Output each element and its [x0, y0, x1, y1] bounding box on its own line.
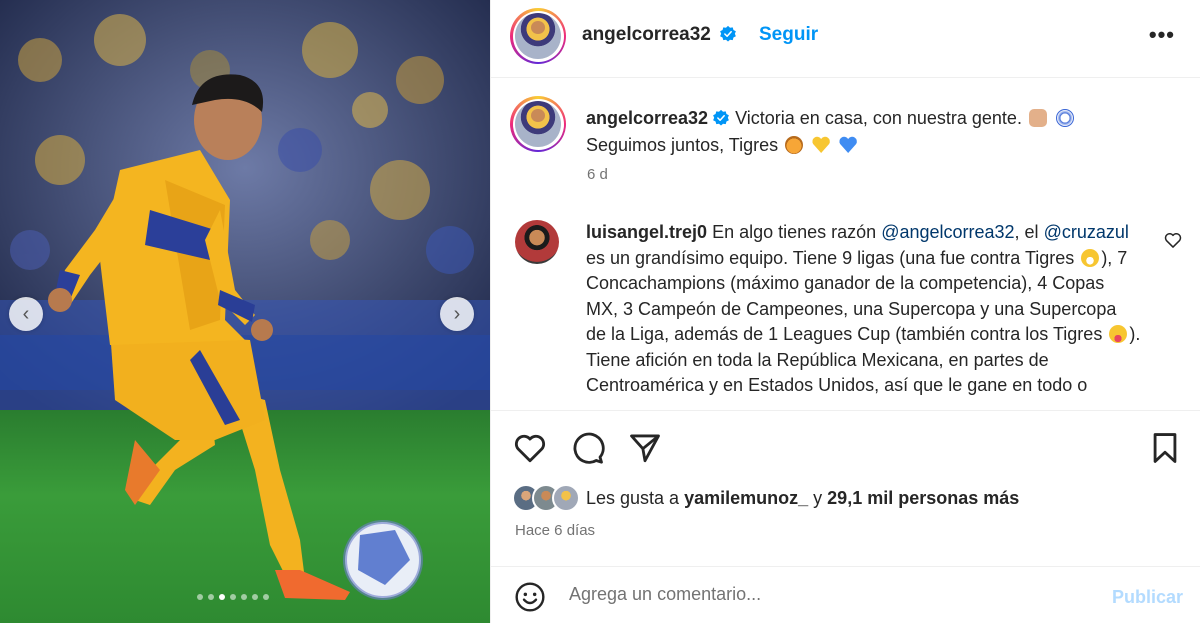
comment-text: , el	[1014, 222, 1039, 242]
commenter-avatar[interactable]	[515, 220, 559, 264]
comment-text: ).	[1129, 324, 1141, 344]
carousel-dot	[241, 594, 247, 600]
blue-heart-emoji-icon	[839, 136, 857, 154]
tiger-emoji-icon	[785, 136, 804, 154]
publish-button[interactable]: Publicar	[1112, 587, 1183, 608]
carousel-dot	[252, 594, 258, 600]
likes-summary[interactable]: Les gusta a yamilemunoz_ y 29,1 mil pers…	[512, 484, 1019, 512]
post-timestamp[interactable]: Hace 6 días	[515, 522, 595, 539]
post-header: angelcorrea32 Seguir •••	[491, 0, 1200, 78]
follow-button[interactable]: Seguir	[759, 24, 818, 46]
emoji-icon[interactable]	[514, 581, 546, 613]
likes-conjunction: y	[813, 487, 823, 508]
carousel-dot	[230, 594, 236, 600]
carousel-dot	[197, 594, 203, 600]
verified-badge-icon	[720, 25, 737, 42]
previous-slide-button[interactable]: ‹	[9, 297, 43, 331]
like-comment-heart-icon[interactable]	[1163, 230, 1183, 250]
author-avatar[interactable]	[510, 8, 566, 64]
carousel-dot	[263, 594, 269, 600]
caption-author-avatar[interactable]	[510, 96, 566, 152]
more-options-icon[interactable]: •••	[1149, 22, 1175, 48]
comment-icon[interactable]	[571, 431, 605, 465]
carousel-dot	[208, 594, 214, 600]
chevron-right-icon: ›	[453, 303, 461, 325]
bookmark-icon[interactable]	[1148, 431, 1182, 465]
commenter-username-link[interactable]: luisangel.trej0	[586, 222, 707, 242]
likes-prefix: Les gusta a	[586, 487, 680, 508]
caption-timestamp[interactable]: 6 d	[587, 166, 608, 183]
yellow-heart-emoji-icon	[812, 136, 830, 154]
post-details-panel: angelcorrea32 Seguir ••• angelcorrea32 V…	[490, 0, 1200, 623]
author-username-link[interactable]: angelcorrea32	[582, 24, 711, 45]
caption-username-link[interactable]: angelcorrea32	[586, 108, 708, 128]
post-actions-bar	[491, 410, 1200, 485]
liker-avatar	[552, 484, 580, 512]
tongue-wink-emoji-icon	[1109, 325, 1128, 343]
carousel-dot	[219, 594, 225, 600]
post-caption: angelcorrea32 Victoria en casa, con nues…	[586, 105, 1146, 159]
player-illustration	[48, 74, 423, 600]
liker-username-link[interactable]: yamilemunoz_	[684, 488, 808, 508]
add-comment-bar: Publicar	[491, 566, 1200, 623]
comment-item: luisangel.trej0 En algo tienes razón @an…	[586, 220, 1141, 399]
share-icon[interactable]	[628, 431, 662, 465]
caption-text-line2: Seguimos juntos, Tigres	[586, 135, 779, 155]
comment-text: Tiene afición en toda la República Mexic…	[586, 349, 1088, 396]
caption-text-line1: Victoria en casa, con nuestra gente.	[735, 108, 1022, 128]
mention-link[interactable]: @cruzazul	[1044, 222, 1129, 242]
heart-icon[interactable]	[513, 431, 547, 465]
chevron-left-icon: ‹	[22, 303, 30, 325]
comment-input[interactable]	[569, 584, 1089, 605]
soccer-ball-emoji-icon	[1055, 109, 1074, 127]
likes-text: Les gusta a yamilemunoz_ y 29,1 mil pers…	[586, 488, 1019, 509]
carousel-indicator	[197, 594, 269, 600]
comment-text: En algo tienes razón	[712, 222, 877, 242]
grimace-emoji-icon	[1081, 248, 1100, 267]
comments-scroll-area[interactable]: angelcorrea32 Victoria en casa, con nues…	[491, 79, 1200, 410]
author-name-block: angelcorrea32	[582, 24, 737, 46]
comment-text: es un grandísimo equipo. Tiene 9 ligas (…	[586, 247, 1075, 268]
next-slide-button[interactable]: ›	[440, 297, 474, 331]
fist-emoji-icon	[1028, 109, 1047, 127]
post-media[interactable]: ‹ ›	[0, 0, 490, 623]
verified-badge-icon	[713, 109, 729, 126]
mention-link[interactable]: @angelcorrea32	[881, 222, 1014, 242]
likes-count-link[interactable]: 29,1 mil personas más	[827, 488, 1019, 508]
